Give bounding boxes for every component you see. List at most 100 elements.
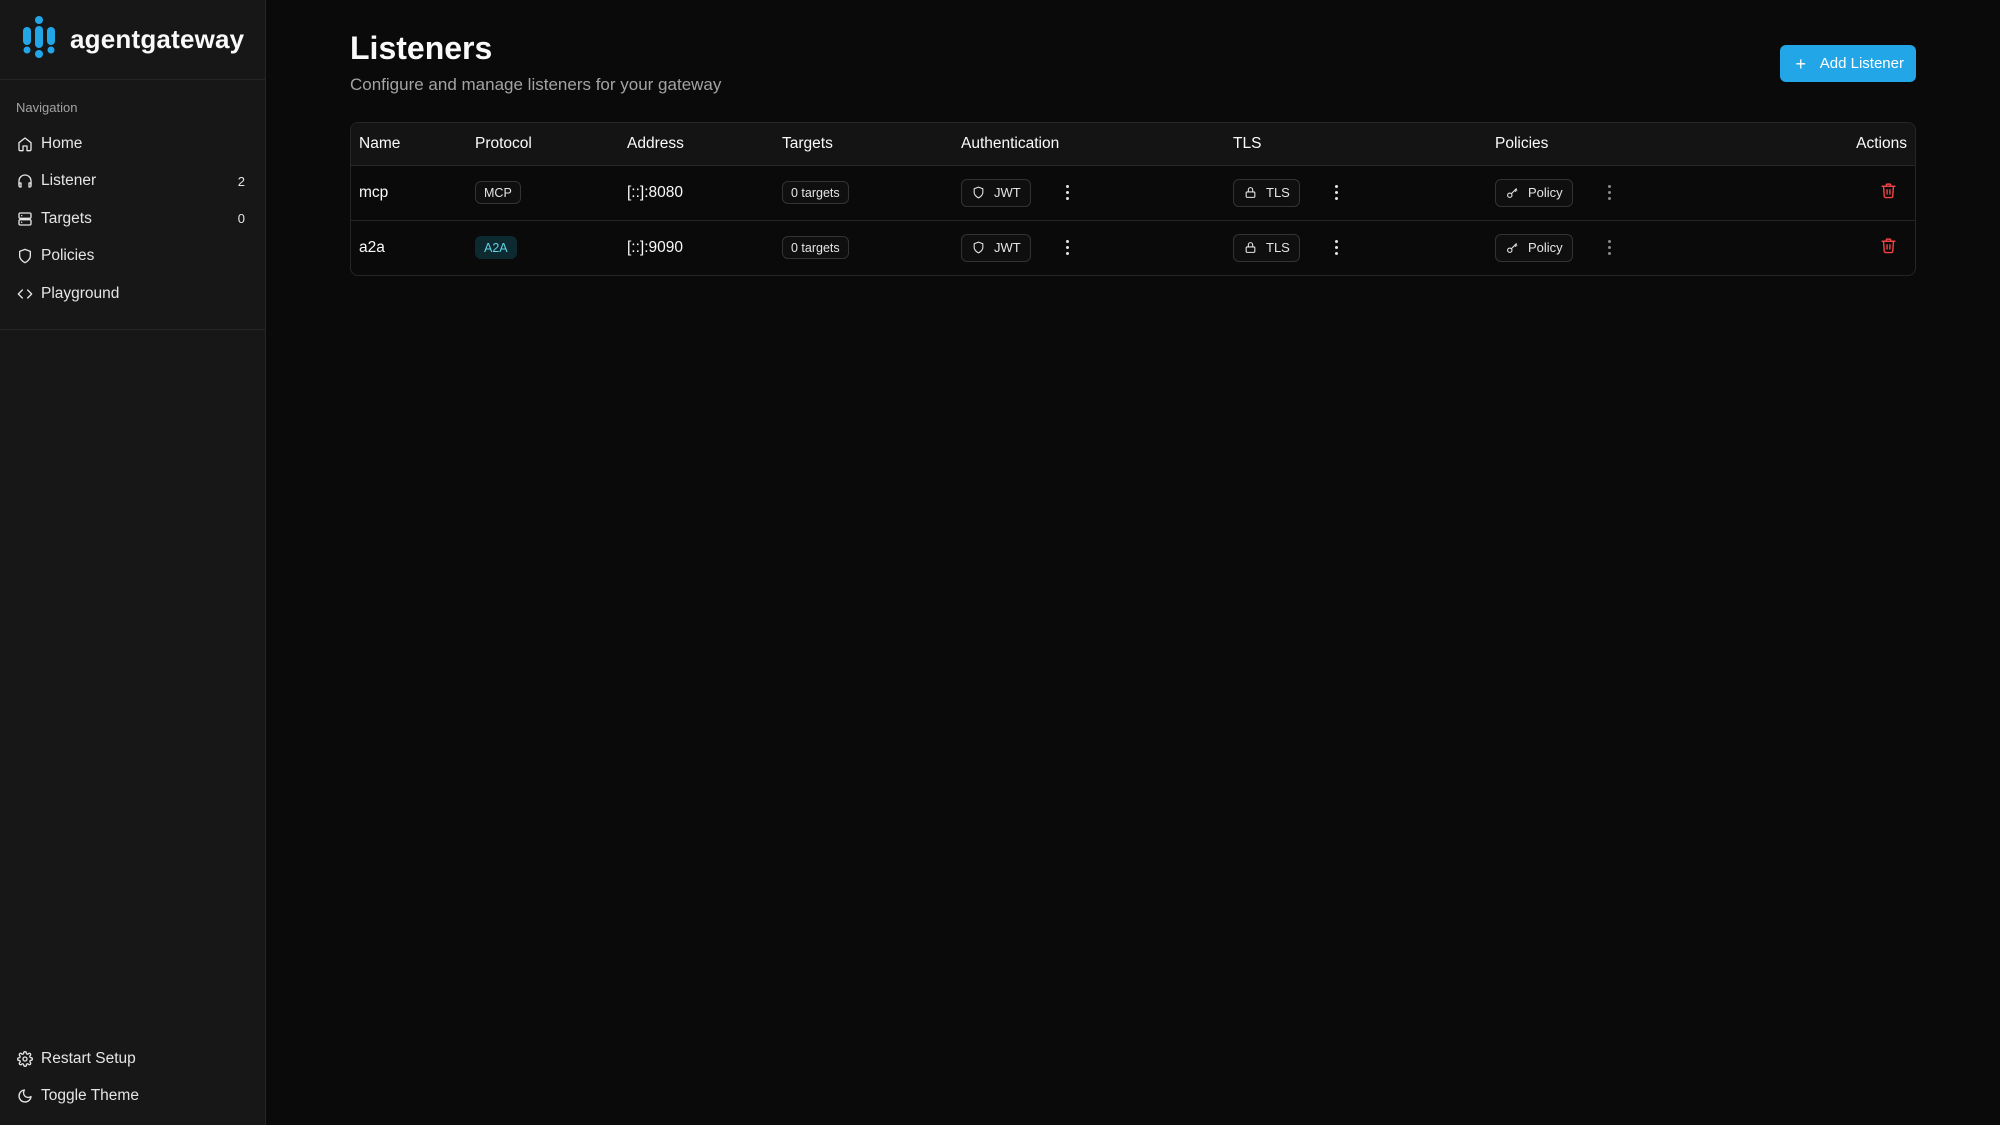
- delete-listener-button[interactable]: [1880, 182, 1897, 199]
- listeners-table: Name Protocol Address Targets Authentica…: [350, 122, 1916, 276]
- tls-cell: TLS: [1225, 220, 1487, 275]
- targets-badge: 0 targets: [782, 236, 849, 260]
- header-tls[interactable]: TLS: [1225, 123, 1487, 165]
- sidebar-item-policies[interactable]: Policies: [8, 238, 257, 276]
- policies-cell: Policy: [1487, 220, 1717, 275]
- auth-badge[interactable]: JWT: [961, 233, 1031, 262]
- protocol-badge: MCP: [475, 181, 521, 204]
- header-protocol[interactable]: Protocol: [467, 123, 619, 165]
- key-icon: [1507, 188, 1518, 198]
- trash-icon: [1881, 238, 1896, 254]
- tls-cell: TLS: [1225, 165, 1487, 220]
- protocol-badge: A2A: [475, 236, 517, 260]
- table-header-row: Name Protocol Address Targets Authentica…: [351, 123, 1915, 165]
- sidebar: agentgateway Navigation Home Listener 2: [0, 0, 266, 1125]
- policy-badge[interactable]: Policy: [1495, 178, 1573, 207]
- policies-cell: Policy: [1487, 165, 1717, 220]
- shield-icon: [973, 186, 984, 199]
- header-actions: Actions: [1856, 134, 1907, 152]
- add-listener-button[interactable]: + Add Listener: [1779, 45, 1916, 82]
- tls-badge[interactable]: TLS: [1233, 178, 1300, 207]
- listener-name: a2a: [359, 238, 385, 256]
- sidebar-footer: Restart Setup Toggle Theme: [0, 1040, 265, 1125]
- server-icon: [16, 210, 34, 228]
- header-address[interactable]: Address: [619, 123, 774, 165]
- header-policies[interactable]: Policies: [1487, 123, 1717, 165]
- auth-badge[interactable]: JWT: [961, 178, 1031, 207]
- home-icon: [16, 135, 34, 153]
- shield-icon: [16, 247, 34, 265]
- lock-icon: [1245, 187, 1256, 198]
- sidebar-item-home[interactable]: Home: [8, 125, 257, 163]
- policy-badge[interactable]: Policy: [1495, 233, 1573, 262]
- listener-name: mcp: [359, 183, 389, 201]
- main-content: Listeners Configure and manage listeners…: [266, 0, 2000, 1125]
- brand-name: agentgateway: [70, 24, 245, 54]
- header-name[interactable]: Name: [351, 123, 467, 165]
- listener-count: 2: [237, 173, 245, 189]
- protocol-cell: A2A: [467, 220, 619, 275]
- app-root: agentgateway Navigation Home Listener 2: [0, 0, 2000, 1125]
- nav-section: Navigation Home Listener 2 Targets 0 Pol…: [0, 80, 265, 330]
- headphones-icon: [16, 172, 34, 190]
- actions-cell: [1717, 220, 1915, 275]
- sidebar-item-label: Home: [41, 134, 83, 152]
- page-heading-group: Listeners Configure and manage listeners…: [350, 30, 721, 95]
- page-subtitle: Configure and manage listeners for your …: [350, 75, 722, 94]
- auth-menu-button[interactable]: [1057, 179, 1077, 207]
- actions-cell: [1717, 165, 1915, 220]
- sidebar-item-targets[interactable]: Targets 0: [8, 200, 257, 238]
- policy-menu-button[interactable]: [1599, 179, 1619, 207]
- table-row[interactable]: mcp MCP [::]:8080 0 targets JWT TLS Poli…: [351, 165, 1915, 220]
- sidebar-item-label: Listener: [41, 172, 97, 190]
- auth-label: JWT: [994, 240, 1021, 256]
- page-title: Listeners: [350, 30, 493, 66]
- moon-icon: [16, 1087, 34, 1105]
- targets-cell: 0 targets: [774, 165, 953, 220]
- gear-icon: [16, 1050, 34, 1068]
- tls-menu-button[interactable]: [1326, 234, 1346, 262]
- protocol-cell: MCP: [467, 165, 619, 220]
- page-header: Listeners Configure and manage listeners…: [350, 30, 1916, 122]
- shield-icon: [973, 241, 984, 254]
- restart-setup-button[interactable]: Restart Setup: [8, 1040, 257, 1078]
- targets-count: 0: [237, 211, 245, 227]
- add-listener-label: Add Listener: [1819, 55, 1904, 72]
- lock-icon: [1245, 242, 1256, 254]
- policy-menu-button[interactable]: [1599, 234, 1619, 262]
- sidebar-item-label: Targets: [41, 209, 92, 227]
- agentgateway-logo-icon: [20, 15, 58, 64]
- policy-label: Policy: [1528, 185, 1563, 200]
- sidebar-item-label: Policies: [41, 247, 95, 265]
- header-targets[interactable]: Targets: [774, 123, 953, 165]
- auth-menu-button[interactable]: [1057, 234, 1077, 262]
- tls-label: TLS: [1266, 240, 1290, 256]
- targets-badge: 0 targets: [782, 181, 849, 204]
- auth-cell: JWT: [953, 220, 1225, 275]
- auth-cell: JWT: [953, 165, 1225, 220]
- table-row[interactable]: a2a A2A [::]:9090 0 targets JWT TLS Poli…: [351, 220, 1915, 275]
- policy-label: Policy: [1528, 240, 1563, 256]
- toggle-theme-label: Toggle Theme: [41, 1087, 139, 1105]
- toggle-theme-button[interactable]: Toggle Theme: [8, 1078, 257, 1116]
- targets-cell: 0 targets: [774, 220, 953, 275]
- brand[interactable]: agentgateway: [0, 0, 265, 80]
- auth-label: JWT: [994, 185, 1021, 200]
- listener-address: [::]:8080: [627, 183, 684, 201]
- key-icon: [1507, 243, 1518, 254]
- trash-icon: [1881, 182, 1896, 198]
- listener-address: [::]:9090: [627, 238, 684, 256]
- tls-label: TLS: [1266, 185, 1290, 200]
- sidebar-item-label: Playground: [41, 284, 120, 302]
- tls-badge[interactable]: TLS: [1233, 233, 1300, 262]
- restart-setup-label: Restart Setup: [41, 1049, 136, 1067]
- sidebar-item-playground[interactable]: Playground: [8, 275, 257, 313]
- tls-menu-button[interactable]: [1326, 179, 1346, 207]
- code-icon: [16, 285, 34, 303]
- plus-icon: +: [1795, 53, 1807, 74]
- header-authentication[interactable]: Authentication: [953, 123, 1225, 165]
- sidebar-item-listener[interactable]: Listener 2: [8, 163, 257, 201]
- delete-listener-button[interactable]: [1880, 237, 1897, 254]
- nav-heading: Navigation: [16, 100, 78, 115]
